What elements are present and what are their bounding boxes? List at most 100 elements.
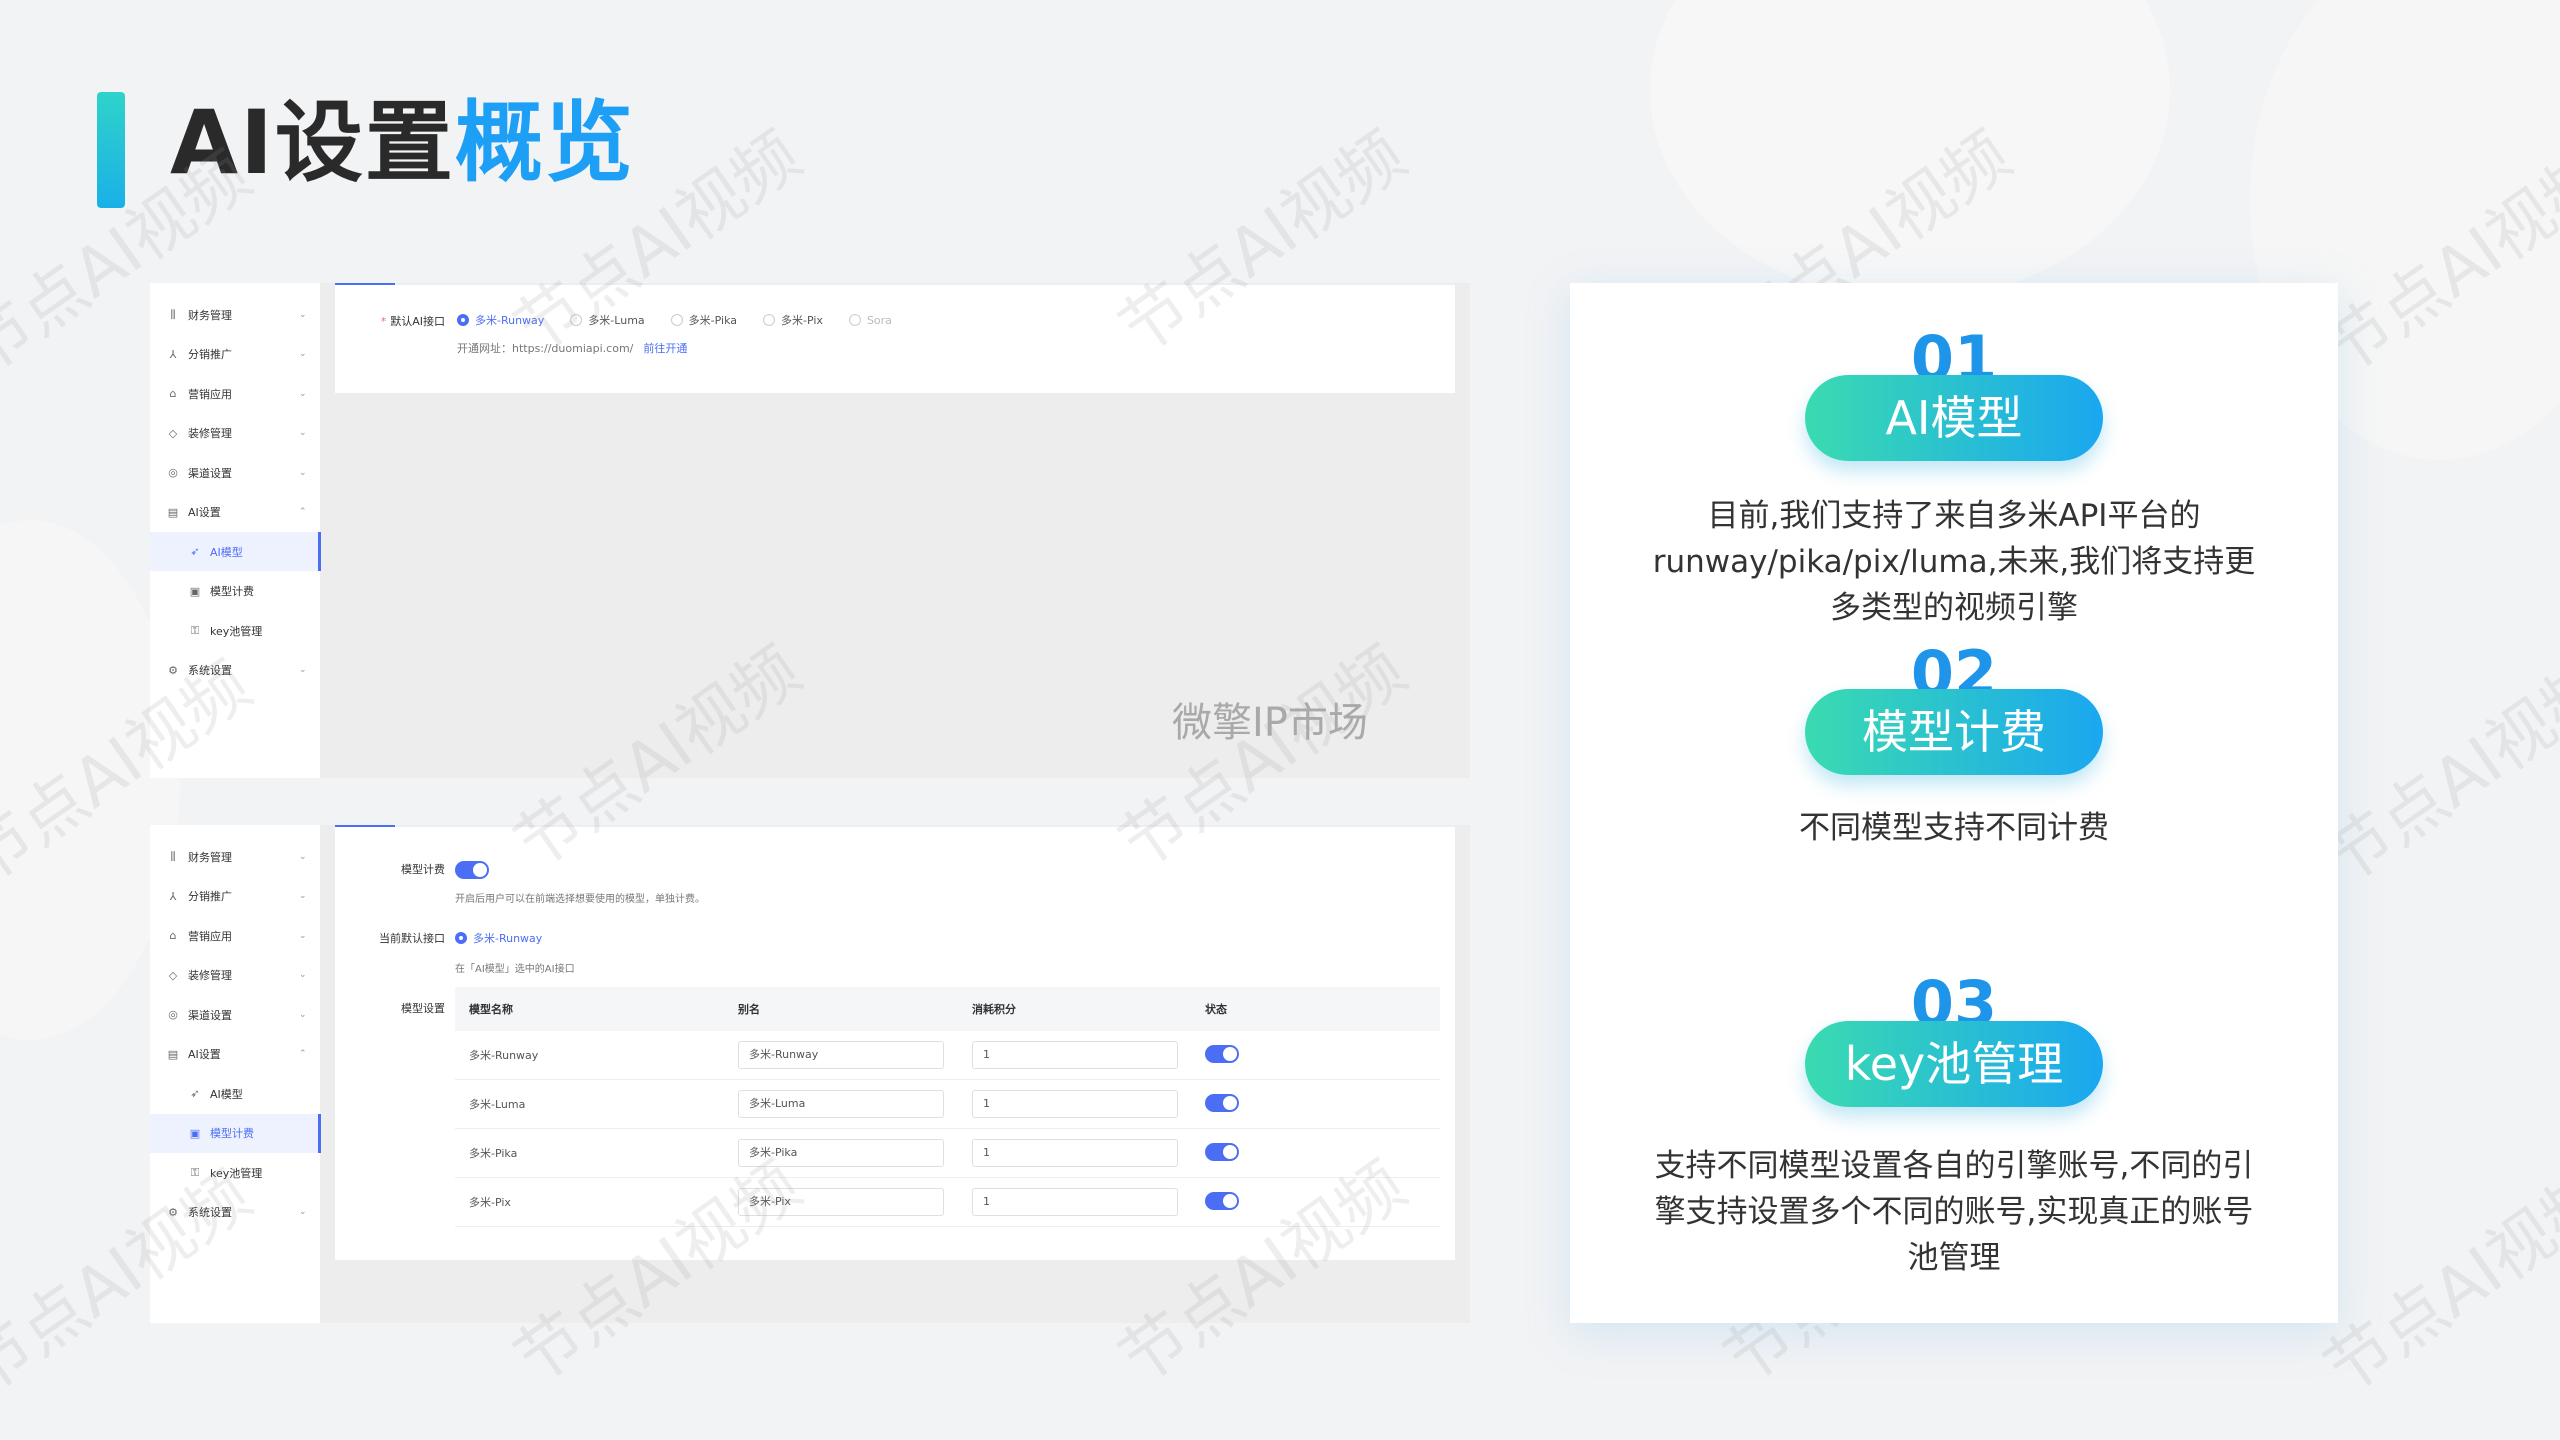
gear-icon: ⚙: [168, 663, 178, 677]
feature-card: 01 AI模型 目前,我们支持了来自多米API平台的runway/pika/pi…: [1570, 283, 2338, 1323]
billing-toggle[interactable]: [455, 861, 489, 879]
sidebar-item-label: 系统设置: [188, 1206, 232, 1219]
api-option-radio[interactable]: Sora: [848, 312, 892, 328]
radio-dot: [455, 932, 467, 944]
sidebar-item[interactable]: ◎ 渠道设置 ⌄: [150, 453, 321, 492]
chevron-icon: ⌄: [299, 970, 307, 980]
status-toggle[interactable]: [1205, 1093, 1239, 1112]
current-api-label: 当前默认接口: [379, 932, 445, 945]
chevron-icon: ⌄: [299, 891, 307, 901]
bar-chart-icon: ⫼: [170, 849, 176, 863]
shop-icon: ⌂: [169, 929, 177, 942]
channel-icon: ◎: [168, 466, 178, 479]
feature-title-pill: AI模型: [1805, 375, 2103, 461]
page-title: AI设置概览: [170, 78, 635, 208]
points-input[interactable]: 1: [972, 1090, 1178, 1118]
status-toggle[interactable]: [1205, 1191, 1239, 1210]
sidebar-item[interactable]: ▣ 模型计费: [150, 572, 321, 611]
sidebar-item[interactable]: ➶ AI模型: [150, 532, 321, 571]
alias-input[interactable]: 多米-Pix: [738, 1188, 944, 1216]
center-watermark: 微擎IP市场: [1172, 700, 1368, 746]
chevron-icon: ⌄: [299, 388, 307, 399]
status-toggle[interactable]: [1205, 1142, 1239, 1161]
current-api-radio[interactable]: 多米-Runway: [455, 929, 568, 948]
points-input[interactable]: 1: [972, 1041, 1178, 1069]
sidebar-item-label: AI模型: [210, 545, 243, 559]
sidebar-item[interactable]: ⚙ 系统设置 ⌄: [150, 651, 321, 690]
sidebar-item[interactable]: ⫼ 财务管理 ⌄: [150, 837, 321, 876]
points-input[interactable]: 1: [972, 1139, 1178, 1167]
open-link[interactable]: 前往开通: [643, 342, 687, 355]
billing-label: 模型计费: [401, 863, 445, 876]
decor-icon: ◇: [168, 968, 178, 982]
api-option-radio[interactable]: 多米-Pika: [670, 312, 737, 328]
table-header: 模型名称 别名 消耗积分 状态: [455, 987, 1440, 1031]
sidebar-item[interactable]: ⌂ 营销应用 ⌄: [150, 374, 321, 413]
key-icon: ⚿: [190, 623, 200, 637]
chevron-icon: ⌄: [299, 665, 307, 675]
share-icon: ⅄: [169, 347, 177, 361]
channel-icon: ◎: [168, 1008, 178, 1021]
ai-settings-icon: ▤: [167, 1047, 179, 1061]
table-row: 多米-Luma 多米-Luma 1: [455, 1080, 1440, 1129]
sidebar-item[interactable]: ⚿ key池管理: [150, 1153, 321, 1192]
feature-description: 支持不同模型设置各自的引擎账号,不同的引擎支持设置多个不同的账号,实现真正的账号…: [1654, 1148, 2254, 1276]
sidebar-item[interactable]: ➶ AI模型: [150, 1074, 321, 1113]
sidebar-item[interactable]: ⌂ 营销应用 ⌄: [150, 916, 321, 955]
sidebar-item-label: AI设置: [188, 506, 221, 519]
sidebar-item[interactable]: ⚙ 系统设置 ⌄: [150, 1193, 321, 1232]
sidebar-item-label: 营销应用: [188, 929, 232, 943]
chevron-icon: ⌃: [299, 1049, 307, 1059]
sidebar-item-label: 模型计费: [210, 1127, 254, 1140]
sidebar: ⫼ 财务管理 ⌄ ⅄ 分销推广 ⌄ ⌂ 营销应用 ⌄ ◇ 装修管理 ⌄ ◎ 渠道设置 ⌄ ▤ AI设置 ⌃ ➶ AI模…: [150, 825, 321, 1323]
decor-icon: ◇: [168, 426, 178, 440]
radio-label: 多米-Pika: [688, 314, 737, 327]
status-toggle[interactable]: [1205, 1044, 1239, 1063]
feature-description: 不同模型支持不同计费: [1799, 810, 2109, 846]
model-table: 模型名称 别名 消耗积分 状态 多米-Runway 多米-Runway 1 多米-Lu…: [455, 987, 1440, 1227]
sidebar-item-label: 分销推广: [188, 348, 232, 361]
current-api-hint: 在「AI模型」选中的AI接口: [455, 964, 575, 975]
api-option-radio[interactable]: 多米-Luma: [570, 312, 645, 328]
bar-chart-icon: ⫼: [170, 307, 176, 321]
settings-panel: * 默认AI接口 多米-Runway 多米-Luma 多米-Pika 多米-Pix Sor…: [335, 283, 1455, 393]
radio-dot: [570, 314, 583, 326]
sidebar-item[interactable]: ⅄ 分销推广 ⌄: [150, 335, 321, 374]
title-part-2: 概览: [454, 91, 635, 194]
api-option-radio[interactable]: 多米-Pix: [763, 312, 823, 328]
sidebar-item[interactable]: ⅄ 分销推广 ⌄: [150, 877, 321, 916]
feature-title-pill: 模型计费: [1805, 689, 2103, 775]
chevron-icon: ⌄: [299, 1009, 307, 1020]
sidebar-item[interactable]: ▤ AI设置 ⌃: [150, 493, 321, 532]
sidebar-item[interactable]: ⫼ 财务管理 ⌄: [150, 295, 321, 334]
open-url-hint: 开通网址：https://duomiapi.com/前往开通: [457, 342, 688, 355]
radio-label: Sora: [866, 313, 892, 327]
radio-label: 多米-Runway: [475, 314, 545, 327]
sidebar-item-label: 财务管理: [188, 308, 232, 322]
model-settings-label: 模型设置: [401, 1002, 445, 1015]
radio-dot: [763, 314, 775, 326]
alias-input[interactable]: 多米-Pika: [738, 1139, 944, 1167]
api-radio-group: 多米-Runway 多米-Luma 多米-Pika 多米-Pix Sora: [457, 312, 918, 328]
sidebar-item[interactable]: ◇ 装修管理 ⌄: [150, 956, 321, 995]
sidebar-item-label: 装修管理: [188, 427, 232, 440]
title-accent-bar: [97, 92, 125, 208]
sidebar-item[interactable]: ⚿ key池管理: [150, 611, 321, 650]
column-header: 状态: [1205, 1003, 1227, 1016]
chevron-icon: ⌃: [299, 507, 307, 517]
sidebar-item[interactable]: ▤ AI设置 ⌃: [150, 1035, 321, 1074]
sidebar-item-label: 分销推广: [188, 890, 232, 903]
points-input[interactable]: 1: [972, 1188, 1178, 1216]
table-row: 多米-Runway 多米-Runway 1: [455, 1031, 1440, 1080]
tab-underline: [335, 825, 1455, 827]
sidebar-item-label: 渠道设置: [188, 1008, 232, 1022]
sidebar-item[interactable]: ◎ 渠道设置 ⌄: [150, 995, 321, 1034]
sidebar-item[interactable]: ▣ 模型计费: [150, 1113, 321, 1153]
alias-input[interactable]: 多米-Runway: [738, 1041, 944, 1069]
alias-input[interactable]: 多米-Luma: [738, 1090, 944, 1118]
sidebar-item-label: 渠道设置: [188, 466, 232, 480]
api-option-radio[interactable]: 多米-Runway: [457, 312, 544, 328]
radio-label: 多米-Pix: [781, 314, 823, 327]
sidebar-item[interactable]: ◇ 装修管理 ⌄: [150, 414, 321, 453]
chevron-icon: ⌄: [299, 851, 307, 862]
